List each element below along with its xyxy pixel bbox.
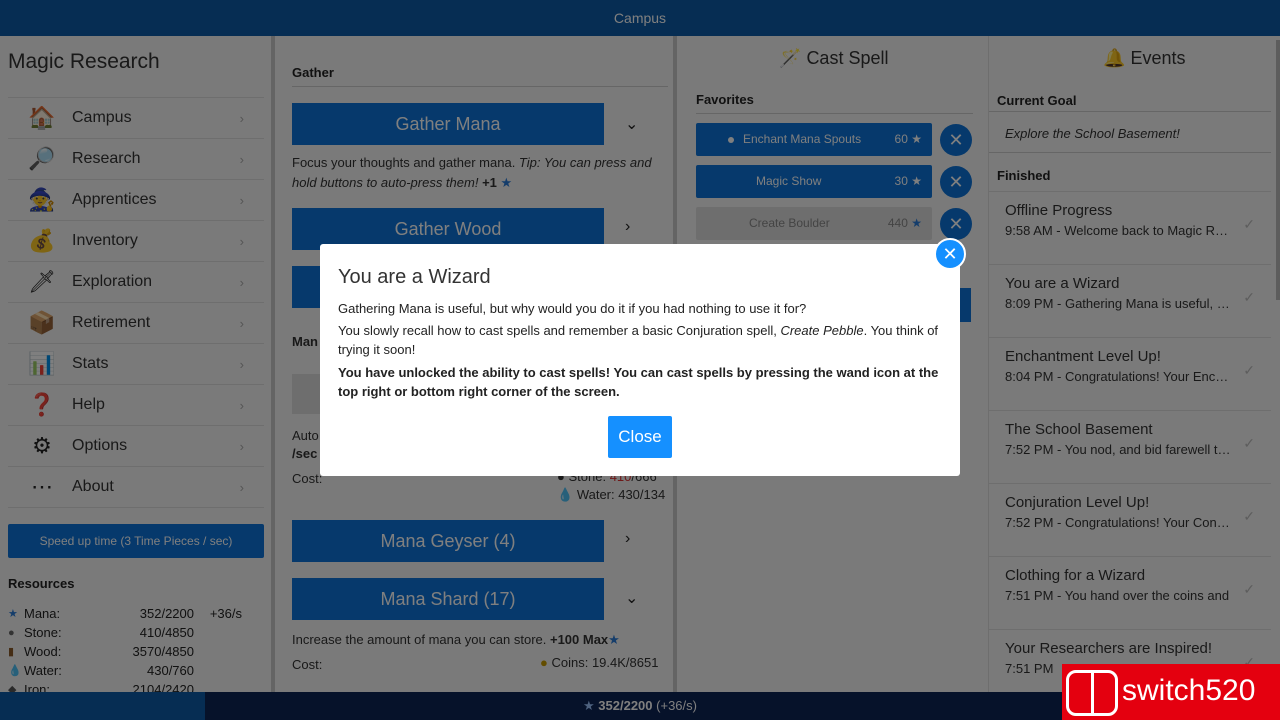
dialog-paragraph: You slowly recall how to cast spells and… [338, 321, 946, 359]
close-icon[interactable]: ✕ [934, 238, 966, 270]
dialog-paragraph: Gathering Mana is useful, but why would … [338, 301, 807, 316]
wizard-dialog: You are a Wizard Gathering Mana is usefu… [320, 244, 960, 476]
spell-name: Create Pebble [780, 323, 864, 338]
close-button[interactable]: Close [608, 416, 672, 458]
dialog-title: You are a Wizard [338, 266, 491, 288]
switch-logo-icon [1066, 670, 1118, 716]
watermark: switch520 [1062, 664, 1280, 720]
dialog-text: You slowly recall how to cast spells and… [338, 323, 781, 338]
dialog-paragraph: You have unlocked the ability to cast sp… [338, 365, 939, 399]
watermark-text: switch520 [1122, 674, 1256, 707]
